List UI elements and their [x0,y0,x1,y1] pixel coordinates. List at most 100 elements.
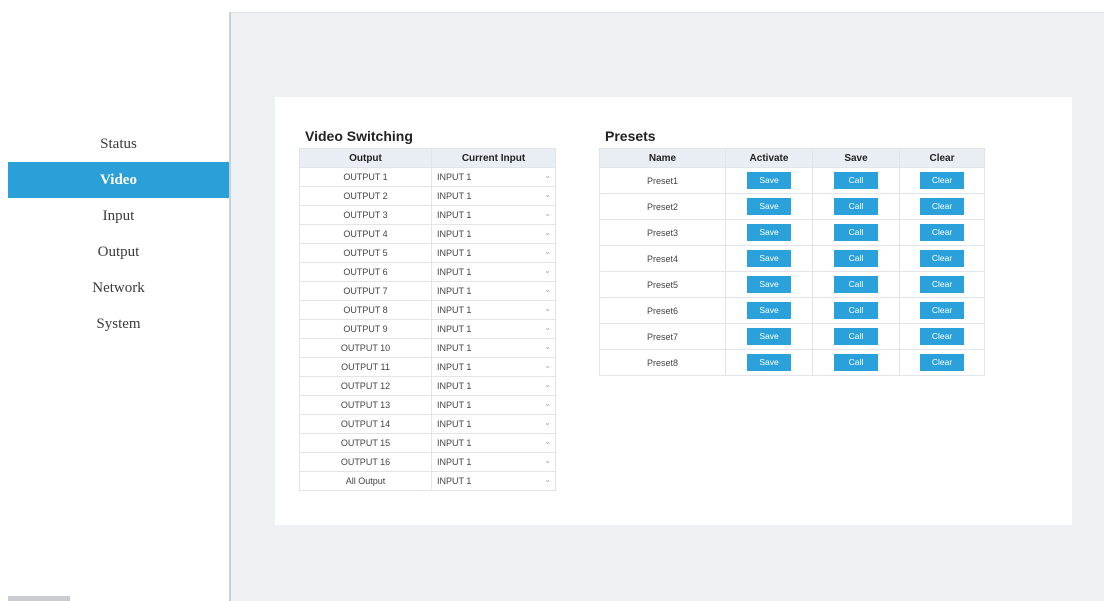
video-panel: Video Switching Output Current Input OUT… [275,97,1072,525]
sidebar-item-system[interactable]: System [8,306,229,342]
activate-button[interactable]: Save [747,328,791,345]
table-row: OUTPUT 16 INPUT 1 ⌄ [299,452,556,472]
clear-button[interactable]: Clear [920,302,964,319]
table-row: OUTPUT 13 INPUT 1 ⌄ [299,395,556,415]
input-select-value: INPUT 1 [437,229,472,239]
input-select[interactable]: INPUT 1 ⌄ [431,281,556,301]
input-select[interactable]: INPUT 1 ⌄ [431,300,556,320]
output-label: OUTPUT 7 [299,281,432,301]
save-button[interactable]: Call [834,250,878,267]
video-switching-table: Output Current Input OUTPUT 1 INPUT 1 ⌄ OUT… [299,148,556,491]
table-row: OUTPUT 9 INPUT 1 ⌄ [299,319,556,339]
table-row: OUTPUT 3 INPUT 1 ⌄ [299,205,556,225]
clear-button[interactable]: Clear [920,172,964,189]
clear-cell: Clear [899,271,985,298]
chevron-down-icon: ⌄ [544,361,551,370]
save-cell: Call [812,167,900,194]
activate-button[interactable]: Save [747,224,791,241]
clear-button[interactable]: Clear [920,354,964,371]
table-row: OUTPUT 8 INPUT 1 ⌄ [299,300,556,320]
output-label: OUTPUT 13 [299,395,432,415]
clear-button[interactable]: Clear [920,276,964,293]
input-select[interactable]: INPUT 1 ⌄ [431,395,556,415]
activate-button[interactable]: Save [747,276,791,293]
save-cell: Call [812,271,900,298]
clear-cell: Clear [899,323,985,350]
chevron-down-icon: ⌄ [544,209,551,218]
input-select-value: INPUT 1 [437,191,472,201]
table-row: OUTPUT 5 INPUT 1 ⌄ [299,243,556,263]
activate-button[interactable]: Save [747,198,791,215]
input-select-value: INPUT 1 [437,362,472,372]
table-row: OUTPUT 2 INPUT 1 ⌄ [299,186,556,206]
clear-button[interactable]: Clear [920,250,964,267]
save-button[interactable]: Call [834,302,878,319]
chevron-down-icon: ⌄ [544,304,551,313]
chevron-down-icon: ⌄ [544,418,551,427]
save-cell: Call [812,349,900,376]
sidebar-item-status[interactable]: Status [8,126,229,162]
activate-cell: Save [725,193,813,220]
save-button[interactable]: Call [834,224,878,241]
sidebar-item-output[interactable]: Output [8,234,229,270]
input-select-value: INPUT 1 [437,476,472,486]
activate-cell: Save [725,245,813,272]
preset-name: Preset7 [599,323,726,350]
table-row: Preset2 Save Call Clear [599,193,985,220]
save-button[interactable]: Call [834,198,878,215]
input-select[interactable]: INPUT 1 ⌄ [431,262,556,282]
column-header-name: Name [599,148,726,168]
table-row: Preset1 Save Call Clear [599,167,985,194]
presets-title: Presets [605,128,656,144]
input-select[interactable]: INPUT 1 ⌄ [431,471,556,491]
column-header-clear: Clear [899,148,985,168]
input-select[interactable]: INPUT 1 ⌄ [431,452,556,472]
output-label: OUTPUT 6 [299,262,432,282]
input-select-value: INPUT 1 [437,172,472,182]
activate-button[interactable]: Save [747,302,791,319]
input-select[interactable]: INPUT 1 ⌄ [431,433,556,453]
input-select-value: INPUT 1 [437,381,472,391]
clear-button[interactable]: Clear [920,328,964,345]
table-row: Preset8 Save Call Clear [599,349,985,376]
table-row: OUTPUT 15 INPUT 1 ⌄ [299,433,556,453]
input-select[interactable]: INPUT 1 ⌄ [431,243,556,263]
main-content: Video Switching Output Current Input OUT… [231,13,1104,601]
input-select[interactable]: INPUT 1 ⌄ [431,224,556,244]
clear-cell: Clear [899,245,985,272]
activate-button[interactable]: Save [747,250,791,267]
save-button[interactable]: Call [834,276,878,293]
column-header-activate: Activate [725,148,813,168]
output-label: OUTPUT 4 [299,224,432,244]
input-select[interactable]: INPUT 1 ⌄ [431,186,556,206]
activate-button[interactable]: Save [747,354,791,371]
preset-name: Preset3 [599,219,726,246]
output-label: OUTPUT 3 [299,205,432,225]
input-select[interactable]: INPUT 1 ⌄ [431,205,556,225]
preset-name: Preset6 [599,297,726,324]
clear-cell: Clear [899,193,985,220]
sidebar-item-video[interactable]: Video [8,162,229,198]
sidebar-item-input[interactable]: Input [8,198,229,234]
input-select[interactable]: INPUT 1 ⌄ [431,414,556,434]
save-button[interactable]: Call [834,328,878,345]
clear-cell: Clear [899,349,985,376]
input-select[interactable]: INPUT 1 ⌄ [431,319,556,339]
sidebar-item-network[interactable]: Network [8,270,229,306]
input-select[interactable]: INPUT 1 ⌄ [431,338,556,358]
input-select[interactable]: INPUT 1 ⌄ [431,167,556,187]
input-select[interactable]: INPUT 1 ⌄ [431,357,556,377]
activate-button[interactable]: Save [747,172,791,189]
presets-table: Name Activate Save Clear Preset1 Save Call… [599,148,985,376]
save-button[interactable]: Call [834,354,878,371]
output-label: OUTPUT 10 [299,338,432,358]
sidebar-nav: Status Video Input Output Network System [8,126,229,342]
input-select[interactable]: INPUT 1 ⌄ [431,376,556,396]
clear-cell: Clear [899,167,985,194]
clear-button[interactable]: Clear [920,198,964,215]
input-select-value: INPUT 1 [437,438,472,448]
clear-button[interactable]: Clear [920,224,964,241]
save-button[interactable]: Call [834,172,878,189]
input-select-value: INPUT 1 [437,305,472,315]
save-cell: Call [812,193,900,220]
